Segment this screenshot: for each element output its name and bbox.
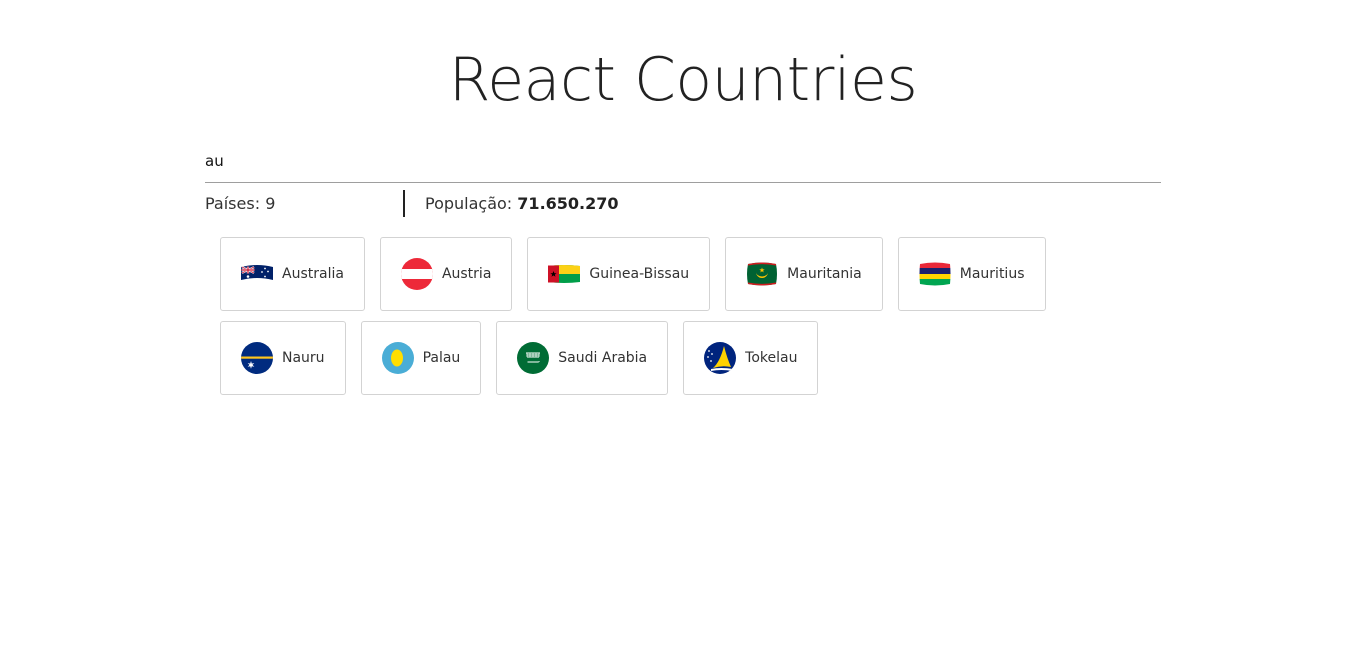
country-card-mauritius[interactable]: Mauritius: [897, 237, 1046, 311]
population-total: População: 71.650.270: [425, 194, 619, 213]
country-name: Saudi Arabia: [558, 350, 648, 366]
nauru-flag-icon: [241, 342, 273, 374]
search-field[interactable]: [205, 144, 1161, 183]
summary-bar: Países: 9 População: 71.650.270: [205, 190, 1161, 218]
countries-count: Países: 9: [205, 194, 275, 213]
country-card-saudi-arabia[interactable]: Saudi Arabia: [496, 321, 669, 395]
summary-divider: [403, 190, 405, 217]
palau-flag-icon: [381, 342, 414, 374]
country-card-guinea-bissau[interactable]: Guinea-Bissau: [527, 237, 711, 311]
mauritius-flag-icon: [919, 262, 951, 286]
guinea-bissau-flag-icon: [548, 265, 581, 283]
country-card-austria[interactable]: Austria: [379, 237, 513, 311]
country-card-palau[interactable]: Palau: [360, 321, 482, 395]
page: React Countries Países: 9 População: 71.…: [0, 0, 1366, 646]
country-name: Mauritania: [787, 266, 862, 282]
country-name: Austria: [441, 266, 492, 282]
australia-flag-icon: [241, 265, 273, 280]
mauritania-flag-icon: [747, 262, 778, 286]
countries-label: Países:: [205, 194, 261, 213]
page-title: React Countries: [448, 45, 918, 115]
country-list: Australia Austria Guinea-Bissau Mauritan…: [215, 237, 1155, 405]
austria-flag-icon: [400, 258, 433, 290]
countries-count-value: 9: [265, 194, 276, 213]
search-input[interactable]: [205, 148, 1161, 174]
saudi-arabia-flag-icon: [517, 342, 550, 374]
country-name: Tokelau: [745, 350, 798, 366]
population-label: População:: [425, 194, 513, 213]
country-card-mauritania[interactable]: Mauritania: [725, 237, 883, 311]
country-name: Nauru: [282, 350, 325, 366]
country-card-tokelau[interactable]: Tokelau: [683, 321, 819, 395]
country-name: Mauritius: [959, 266, 1025, 282]
country-card-australia[interactable]: Australia: [220, 237, 365, 311]
country-name: Australia: [282, 266, 344, 282]
country-name: Palau: [422, 350, 461, 366]
country-card-nauru[interactable]: Nauru: [220, 321, 346, 395]
country-name: Guinea-Bissau: [589, 266, 690, 282]
population-value: 71.650.270: [517, 194, 619, 213]
tokelau-flag-icon: [704, 342, 737, 374]
